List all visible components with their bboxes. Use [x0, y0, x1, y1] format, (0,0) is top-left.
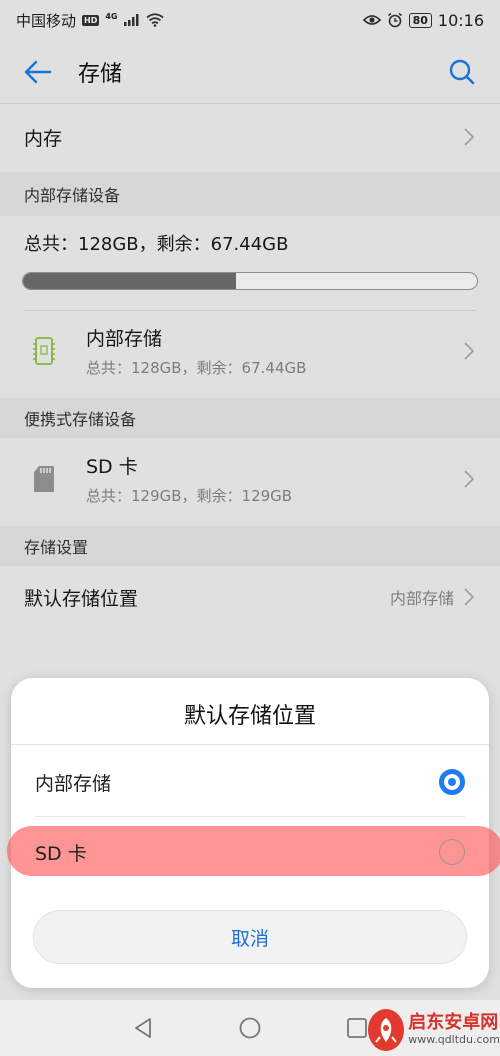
- nav-recents-button[interactable]: [343, 1014, 371, 1042]
- site-watermark: 启东安卓网 www.qdltdu.com: [368, 1003, 500, 1056]
- nav-home-button[interactable]: [236, 1014, 264, 1042]
- watermark-logo-icon: [368, 1008, 405, 1051]
- triangle-back-icon: [135, 1018, 152, 1038]
- dialog-title-divider: [11, 744, 489, 745]
- dialog-title: 默认存储位置: [183, 704, 316, 729]
- circle-home-icon: [239, 1017, 261, 1039]
- option-internal-storage[interactable]: 内部存储: [11, 748, 489, 816]
- option-divider: [35, 816, 465, 817]
- option-sd-card[interactable]: SD 卡: [11, 818, 489, 886]
- watermark-text: 启东安卓网 www.qdltdu.com: [408, 1012, 500, 1047]
- storage-screen: 中国移动 HD 4G 80 10:16 存储 内存 内部存储设备 总共：128G…: [0, 0, 500, 1056]
- radio-selected[interactable]: [439, 769, 465, 795]
- square-recents-icon: [346, 1018, 367, 1038]
- option-label: 内部存储: [35, 772, 112, 795]
- nav-back-button[interactable]: [129, 1014, 157, 1042]
- default-location-dialog: 默认存储位置 内部存储 SD 卡 取消: [7, 678, 500, 988]
- radio-unselected[interactable]: [439, 839, 465, 865]
- cancel-button[interactable]: 取消: [33, 910, 467, 964]
- watermark-url: www.qdltdu.com: [408, 1033, 500, 1046]
- option-label: SD 卡: [35, 842, 87, 865]
- watermark-name: 启东安卓网: [408, 1012, 499, 1033]
